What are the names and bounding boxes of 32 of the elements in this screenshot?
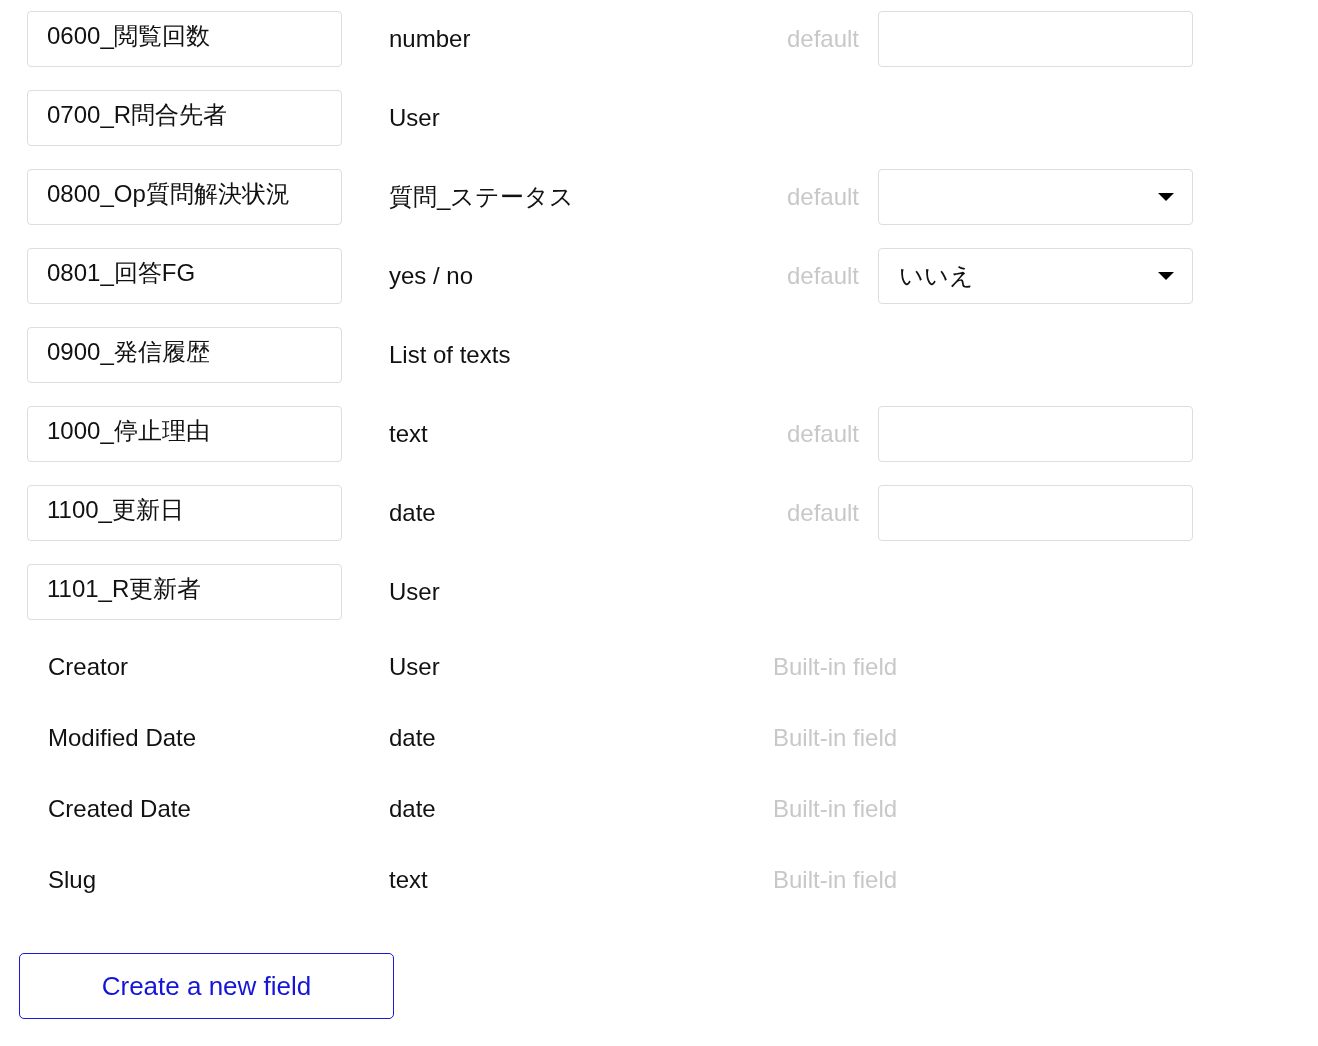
field-type: date <box>389 499 436 527</box>
field-type: yes / no <box>389 262 474 290</box>
field-type: User <box>389 578 440 606</box>
field-name: Modified Date <box>47 724 197 752</box>
field-type: 質問_ステータス <box>389 182 575 212</box>
field-name-input[interactable]: 0800_Op質問解決状況 <box>27 169 342 225</box>
create-field-button[interactable]: Create a new field <box>19 953 394 1019</box>
field-name-input[interactable]: 0700_R問合先者 <box>27 90 342 146</box>
default-value-field[interactable] <box>878 485 1193 541</box>
field-name-input[interactable]: 1000_停止理由 <box>27 406 342 462</box>
field-type: text <box>389 866 428 894</box>
caret-icon <box>1158 192 1174 202</box>
field-type: User <box>389 653 440 681</box>
field-type: text <box>389 420 428 448</box>
field-name-input[interactable]: 0900_発信履歴 <box>27 327 342 383</box>
field-name: Created Date <box>47 795 191 823</box>
default-value-dropdown[interactable] <box>878 169 1193 225</box>
default-value-field[interactable] <box>878 11 1193 67</box>
field-type: User <box>389 104 440 132</box>
field-name-input[interactable]: 1100_更新日 <box>27 485 342 541</box>
caret-icon <box>1158 271 1174 281</box>
field-type: date <box>389 795 436 823</box>
field-name-input[interactable]: 1101_R更新者 <box>27 564 342 620</box>
field-type: List of texts <box>389 341 511 369</box>
default-value-field[interactable] <box>878 406 1193 462</box>
field-type: date <box>389 724 436 752</box>
field-name-input[interactable]: 0600_閲覧回数 <box>27 11 342 67</box>
default-value-dropdown[interactable]: いいえ <box>878 248 1193 304</box>
field-name-input[interactable]: 0801_回答FG <box>27 248 342 304</box>
field-type: number <box>389 25 471 53</box>
field-name: Slug <box>47 866 97 894</box>
field-name: Creator <box>47 653 129 681</box>
